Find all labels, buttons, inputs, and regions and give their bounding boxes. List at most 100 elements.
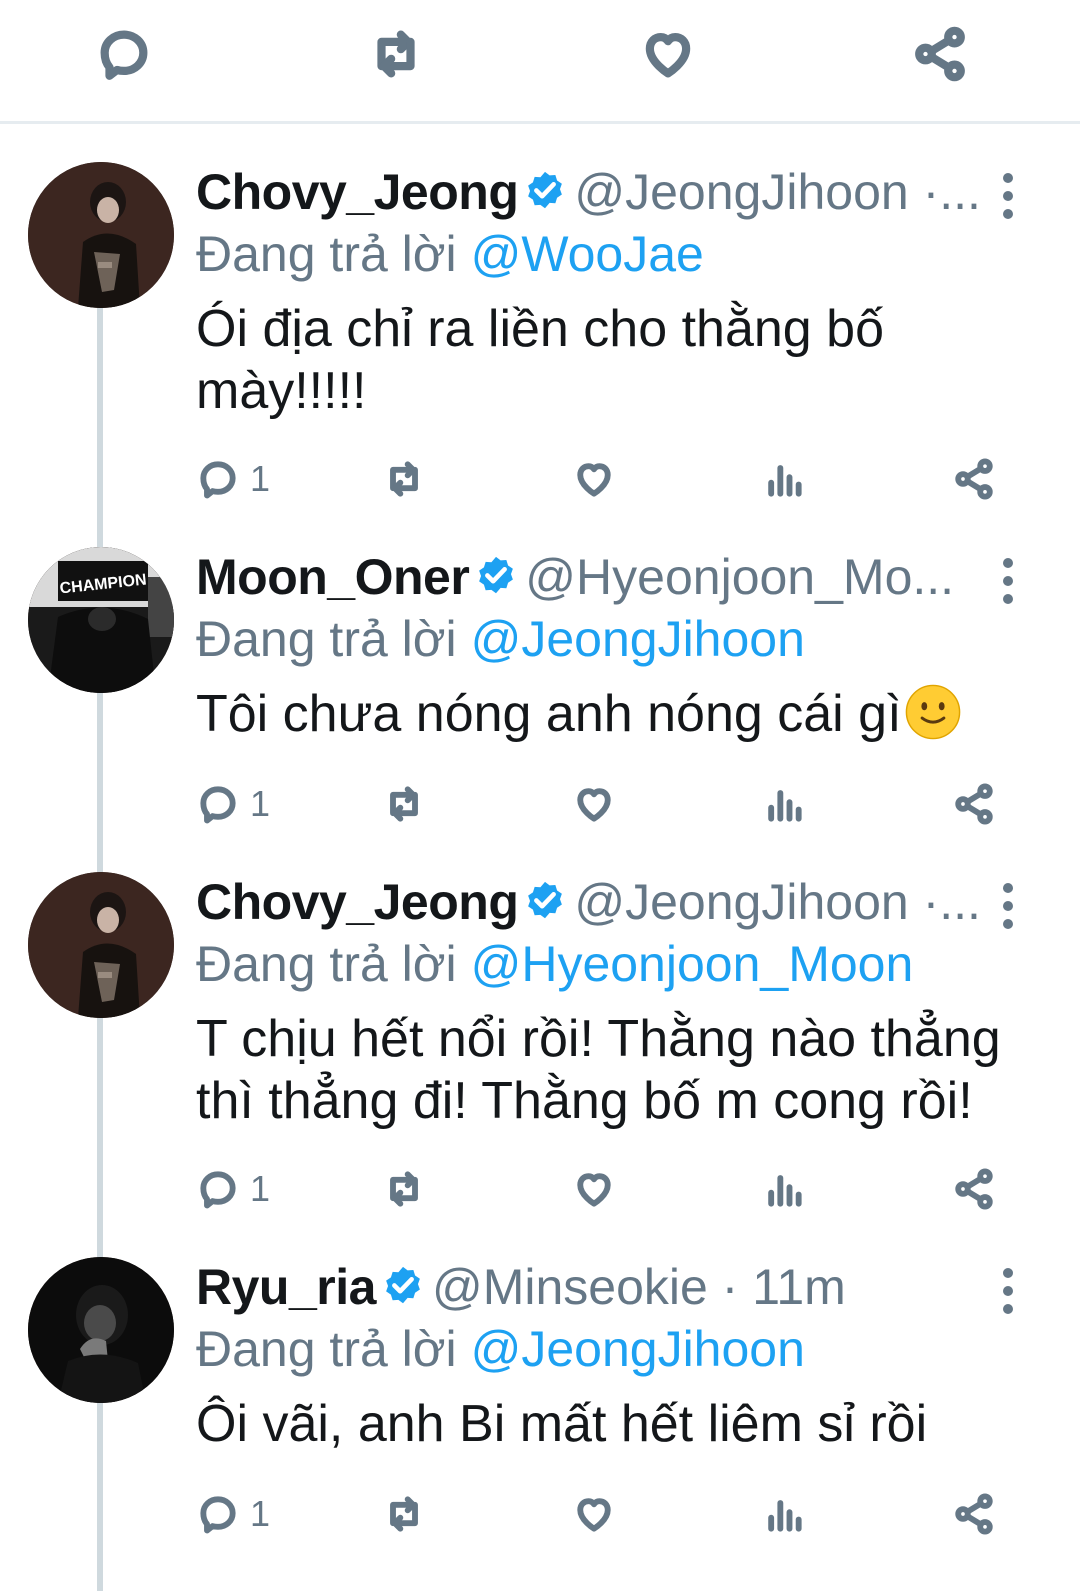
reply-count: 1: [250, 783, 271, 824]
share-icon: [955, 783, 993, 825]
tweet-text-line: Ói địa chỉ ra liền cho thằng bố: [196, 300, 884, 358]
tweet[interactable]: Chovy_Jeong @JeongJihoon ·... Đang trả lờ…: [0, 870, 1080, 1220]
more-options-icon[interactable]: [990, 1263, 1026, 1323]
share-icon: [955, 1168, 993, 1210]
display-name[interactable]: Moon_Oner: [196, 549, 470, 605]
like-icon: [577, 1173, 611, 1207]
analytics-button[interactable]: [762, 1164, 806, 1214]
tweet-actions: 1: [196, 1164, 1036, 1214]
tweet[interactable]: Ryu_ria @Minseokie · 11m Đang trả lời @Je…: [0, 1255, 1080, 1555]
retweet-icon: [390, 1171, 418, 1207]
display-name[interactable]: Chovy_Jeong: [196, 164, 519, 220]
mention-link[interactable]: @JeongJihoon: [471, 611, 805, 667]
reply-icon: [200, 1496, 236, 1534]
reply-icon: [200, 461, 236, 499]
like-icon[interactable]: [636, 22, 700, 86]
avatar[interactable]: [28, 872, 174, 1018]
slightly-smiling-face-emoji-icon: [905, 684, 960, 740]
tweet-header: Chovy_Jeong @JeongJihoon ·...: [196, 870, 1016, 934]
reply-button[interactable]: 1: [196, 779, 270, 829]
display-name[interactable]: Chovy_Jeong: [196, 874, 519, 930]
retweet-button[interactable]: [382, 1489, 426, 1539]
like-button[interactable]: [572, 779, 616, 829]
retweet-button[interactable]: [382, 779, 426, 829]
reply-count: 1: [250, 1168, 271, 1209]
more-options-icon[interactable]: [990, 168, 1026, 228]
tweet-text-line: Ôi vãi, anh Bi mất hết liêm sỉ rồi: [196, 1395, 928, 1453]
more-options-icon[interactable]: [990, 553, 1026, 613]
avatar[interactable]: [28, 162, 174, 308]
tweet-text: Tôi chưa nóng anh nóng cái gì: [196, 683, 1016, 745]
like-icon: [577, 463, 611, 497]
tweet-text-line: T chịu hết nổi rồi! Thằng nào thẳng: [196, 1010, 1001, 1068]
analytics-icon: [768, 790, 802, 822]
tweet-text: Ôi vãi, anh Bi mất hết liêm sỉ rồi: [196, 1393, 1016, 1455]
analytics-icon: [768, 465, 802, 497]
tweet-text-line: thì thẳng đi! Thằng bố m cong rồi!: [196, 1072, 973, 1130]
share-button[interactable]: [952, 779, 996, 829]
retweet-icon[interactable]: [364, 22, 428, 86]
share-button[interactable]: [952, 1489, 996, 1539]
reply-icon: [200, 786, 236, 824]
tweet-header: Moon_Oner @Hyeonjoon_Mo...: [196, 545, 1016, 609]
retweet-icon: [390, 461, 418, 497]
reply-button[interactable]: 1: [196, 454, 270, 504]
mention-link[interactable]: @Hyeonjoon_Moon: [471, 936, 914, 992]
tweet[interactable]: CHAMPION Moon_Oner @Hyeonjoon_Mo... Đang …: [0, 545, 1080, 835]
replying-prefix: Đang trả lời: [196, 936, 457, 992]
share-icon: [955, 1493, 993, 1535]
tweet-actions: 1: [196, 1489, 1036, 1539]
reply-count: 1: [250, 1493, 271, 1534]
replying-prefix: Đang trả lời: [196, 611, 457, 667]
analytics-icon: [768, 1500, 802, 1532]
like-icon: [577, 1498, 611, 1532]
reply-button[interactable]: 1: [196, 1164, 270, 1214]
like-icon: [577, 788, 611, 822]
tweet-header: Chovy_Jeong @JeongJihoon ·...: [196, 160, 1016, 224]
analytics-button[interactable]: [762, 454, 806, 504]
retweet-icon: [390, 786, 418, 822]
tweet-header: Ryu_ria @Minseokie · 11m: [196, 1255, 1016, 1319]
reply-count: 1: [250, 458, 271, 499]
handle-and-time: @Hyeonjoon_Mo...: [525, 549, 955, 605]
verified-badge-icon: [386, 1266, 420, 1304]
replying-prefix: Đang trả lời: [196, 226, 457, 282]
like-button[interactable]: [572, 1164, 616, 1214]
share-icon: [955, 458, 993, 500]
tweet-text-line: Tôi chưa nóng anh nóng cái gì: [196, 683, 1016, 745]
share-button[interactable]: [952, 454, 996, 504]
main-tweet-action-bar: [0, 0, 1080, 124]
handle-and-time: @Minseokie · 11m: [431, 1259, 846, 1315]
display-name[interactable]: Ryu_ria: [196, 1259, 376, 1315]
avatar[interactable]: CHAMPION: [28, 547, 174, 693]
replying-to: Đang trả lời @WooJae: [196, 224, 704, 284]
analytics-icon: [768, 1175, 802, 1207]
share-icon[interactable]: [908, 22, 972, 86]
tweet-text: T chịu hết nổi rồi! Thằng nào thẳng thì …: [196, 1008, 1016, 1132]
reply-icon: [200, 1171, 236, 1209]
analytics-button[interactable]: [762, 1489, 806, 1539]
more-options-icon[interactable]: [990, 878, 1026, 938]
tweet-text: Ói địa chỉ ra liền cho thằng bố mày!!!!!: [196, 298, 1016, 422]
verified-badge-icon: [479, 556, 514, 594]
handle-and-time: @JeongJihoon ·...: [574, 874, 981, 930]
mention-link[interactable]: @WooJae: [471, 226, 704, 282]
analytics-button[interactable]: [762, 779, 806, 829]
retweet-button[interactable]: [382, 1164, 426, 1214]
replying-prefix: Đang trả lời: [196, 1321, 457, 1377]
mention-link[interactable]: @JeongJihoon: [471, 1321, 805, 1377]
handle-and-time: @JeongJihoon ·...: [574, 164, 981, 220]
verified-badge-icon: [528, 171, 563, 209]
reply-button[interactable]: 1: [196, 1489, 270, 1539]
replying-to: Đang trả lời @JeongJihoon: [196, 609, 805, 669]
avatar[interactable]: [28, 1257, 174, 1403]
tweet[interactable]: Chovy_Jeong @JeongJihoon ·... Đang trả lờ…: [0, 160, 1080, 510]
retweet-button[interactable]: [382, 454, 426, 504]
reply-icon[interactable]: [92, 22, 156, 86]
tweet-actions: 1: [196, 454, 1036, 504]
share-button[interactable]: [952, 1164, 996, 1214]
verified-badge-icon: [528, 881, 563, 919]
replying-to: Đang trả lời @Hyeonjoon_Moon: [196, 934, 913, 994]
like-button[interactable]: [572, 1489, 616, 1539]
like-button[interactable]: [572, 454, 616, 504]
